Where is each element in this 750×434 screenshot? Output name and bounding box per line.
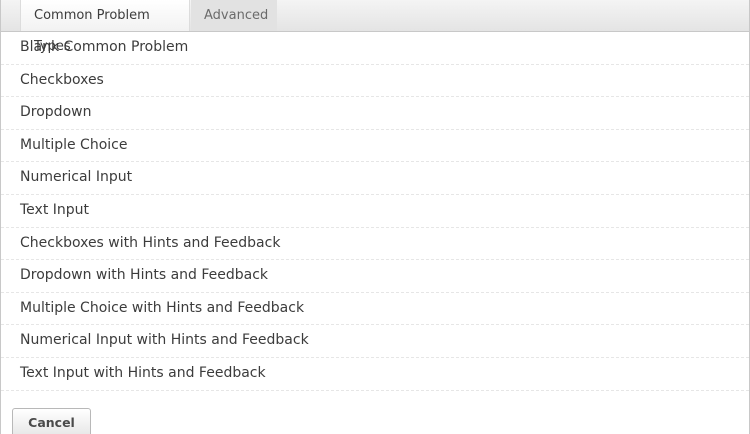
list-item-blank-common-problem[interactable]: Blank Common Problem (1, 32, 749, 65)
list-item-numerical-input-hints-feedback[interactable]: Numerical Input with Hints and Feedback (1, 325, 749, 358)
tab-bar: Common Problem Types Advanced (1, 0, 749, 54)
tab-common-problem-types[interactable]: Common Problem Types (20, 0, 190, 54)
list-item-dropdown-hints-feedback[interactable]: Dropdown with Hints and Feedback (1, 260, 749, 293)
list-item-text-input-hints-feedback[interactable]: Text Input with Hints and Feedback (1, 358, 749, 391)
list-item-text-input[interactable]: Text Input (1, 195, 749, 228)
list-item-dropdown[interactable]: Dropdown (1, 97, 749, 130)
list-item-checkboxes[interactable]: Checkboxes (1, 65, 749, 98)
problem-type-list: Blank Common Problem Checkboxes Dropdown… (1, 32, 749, 391)
list-item-numerical-input[interactable]: Numerical Input (1, 162, 749, 195)
list-item-multiple-choice-hints-feedback[interactable]: Multiple Choice with Hints and Feedback (1, 293, 749, 326)
list-item-checkboxes-hints-feedback[interactable]: Checkboxes with Hints and Feedback (1, 228, 749, 261)
tab-advanced[interactable]: Advanced (191, 0, 277, 31)
list-item-multiple-choice[interactable]: Multiple Choice (1, 130, 749, 163)
cancel-button[interactable]: Cancel (12, 408, 91, 434)
problem-type-picker: Common Problem Types Advanced Blank Comm… (0, 0, 750, 434)
